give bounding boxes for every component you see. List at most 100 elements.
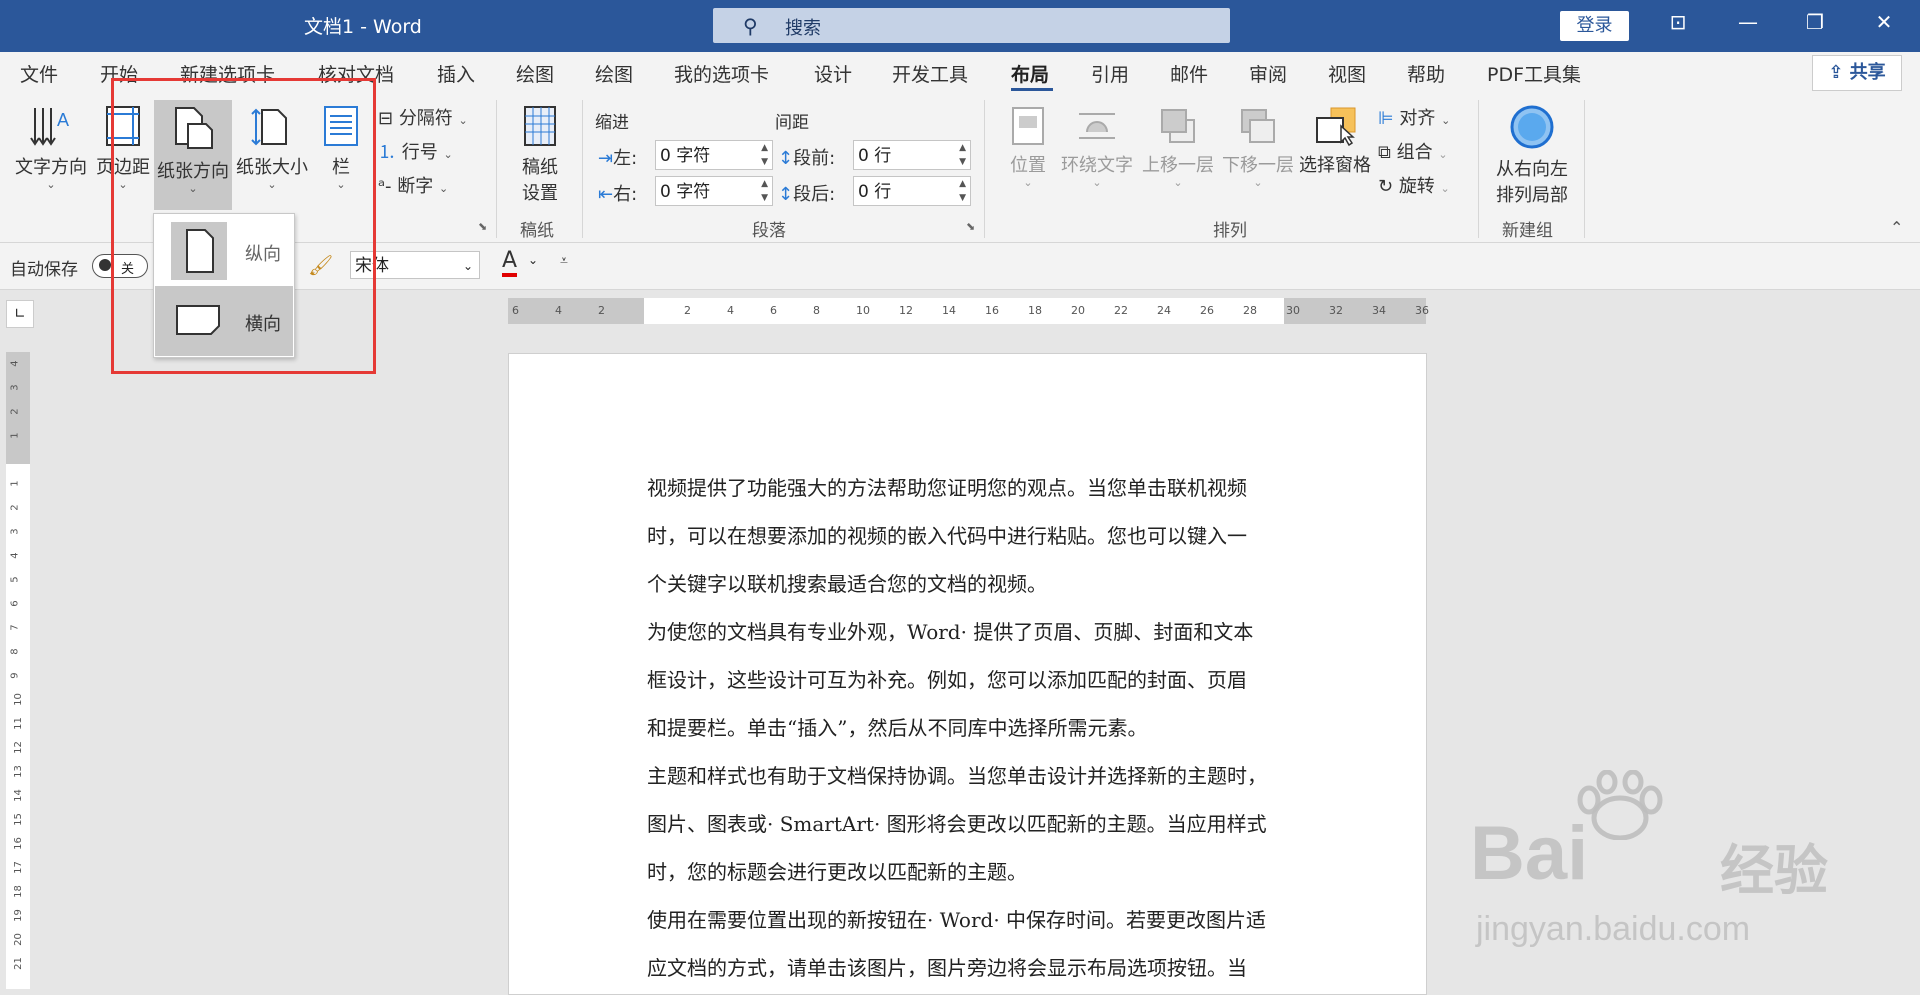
group-objects-button[interactable]: ⧉ 组合 ⌄ bbox=[1378, 138, 1448, 164]
ruler-tick-label: 10 bbox=[12, 693, 24, 706]
spacing-before-icon: ↕ bbox=[778, 148, 794, 169]
spacing-before-spinner[interactable]: 0 行 ▲ ▼ bbox=[853, 140, 971, 170]
chevron-down-icon[interactable]: ⌄ bbox=[528, 253, 538, 267]
tab-insert[interactable]: 插入 bbox=[437, 60, 475, 87]
chevron-down-icon: ⌄ bbox=[1173, 176, 1183, 189]
page-setup-launcher-icon[interactable]: ⬊ bbox=[478, 220, 487, 233]
horizontal-ruler[interactable]: 6 4 2 2 4 6 8 10 12 14 16 18 20 22 24 26 28 30 32 34 36 bbox=[508, 298, 1429, 324]
tab-my-tab[interactable]: 我的选项卡 bbox=[674, 60, 769, 87]
tab-references[interactable]: 引用 bbox=[1091, 60, 1129, 87]
tab-help[interactable]: 帮助 bbox=[1407, 60, 1445, 87]
ruler-tick-label: 2 bbox=[9, 408, 21, 415]
collapse-ribbon-icon[interactable]: ⌃ bbox=[1890, 218, 1903, 237]
tab-draw-2[interactable]: 绘图 bbox=[595, 60, 633, 87]
share-button[interactable]: ⇪ 共享 bbox=[1812, 55, 1902, 91]
restore-button[interactable]: ❐ bbox=[1795, 10, 1835, 34]
ruler-tick-label: 16 bbox=[985, 304, 999, 317]
bring-forward-icon bbox=[1161, 109, 1195, 143]
toggle-knob bbox=[99, 259, 111, 271]
ruler-tick-label: 2 bbox=[9, 504, 21, 511]
text-direction-button[interactable]: A 文字方向 ⌄ bbox=[12, 104, 90, 191]
chevron-down-icon: ⌄ bbox=[1440, 182, 1450, 195]
paragraph-line[interactable]: 个关键字以联机搜索最适合您的文档的视频。 bbox=[647, 560, 1297, 608]
vertical-ruler[interactable]: 4 3 2 1 1 2 3 4 5 6 7 8 9 10 11 12 13 14 15 16 17 18 19 20 21 bbox=[6, 352, 30, 989]
group-label-new-group: 新建组 bbox=[1502, 221, 1553, 241]
document-page[interactable]: 视频提供了功能强大的方法帮助您证明您的观点。当您单击联机视频 时，可以在想要添加的… bbox=[508, 353, 1427, 995]
paragraph-line[interactable]: 使用在需要位置出现的新按钮在· Word· 中保存时间。若要更改图片适 bbox=[647, 896, 1297, 944]
indent-left-value: 0 字符 bbox=[660, 146, 711, 166]
annotation-highlight-box bbox=[111, 78, 376, 374]
ruler-tick-label: 30 bbox=[1286, 304, 1300, 317]
group-label-arrange: 排列 bbox=[1213, 221, 1247, 241]
title-bar: 文档1 - Word ⚲ 搜索 登录 ⊡ — ❐ ✕ bbox=[0, 0, 1920, 52]
align-button[interactable]: ⊫ 对齐 ⌄ bbox=[1378, 104, 1450, 130]
rotate-button[interactable]: ↻ 旋转 ⌄ bbox=[1378, 172, 1450, 198]
send-backward-button[interactable]: 下移一层 ⌄ bbox=[1220, 106, 1296, 189]
spinner-arrows-icon[interactable]: ▲ ▼ bbox=[761, 141, 768, 169]
search-box[interactable]: ⚲ 搜索 bbox=[713, 8, 1230, 43]
tab-draw-1[interactable]: 绘图 bbox=[516, 60, 554, 87]
rtl-layout-button[interactable]: 从右向左 排列局部 bbox=[1490, 104, 1574, 207]
line-numbers-button[interactable]: ⒈ 行号 ⌄ bbox=[378, 138, 453, 164]
paragraph-line[interactable]: 和提要栏。单击“插入”，然后从不同库中选择所需元素。 bbox=[647, 704, 1297, 752]
group-objects-icon: ⧉ bbox=[1378, 142, 1397, 163]
paragraph-line[interactable]: 框设计，这些设计可互为补充。例如，您可以添加匹配的封面、页眉 bbox=[647, 656, 1297, 704]
paragraph-line[interactable]: 主题和样式也有助于文档保持协调。当您单击设计并选择新的主题时， bbox=[647, 752, 1297, 800]
selection-pane-button[interactable]: 选择窗格 bbox=[1297, 106, 1373, 177]
watermark-brand: Bai bbox=[1470, 811, 1589, 896]
ruler-tick-label: 9 bbox=[9, 672, 21, 679]
indent-right-label: 右: bbox=[613, 184, 638, 205]
group-separator bbox=[496, 100, 497, 238]
ruler-tick-label: 4 bbox=[727, 304, 734, 317]
paragraph-launcher-icon[interactable]: ⬊ bbox=[966, 220, 975, 233]
close-button[interactable]: ✕ bbox=[1864, 10, 1904, 34]
spacing-title: 间距 bbox=[775, 113, 809, 133]
chevron-down-icon: ⌄ bbox=[1023, 176, 1033, 189]
tab-layout[interactable]: 布局 bbox=[1011, 60, 1049, 87]
ribbon-display-options-icon[interactable]: ⊡ bbox=[1658, 10, 1698, 34]
position-button[interactable]: 位置 ⌄ bbox=[1004, 106, 1052, 189]
tab-pdf-tools[interactable]: PDF工具集 bbox=[1487, 60, 1581, 87]
minimize-button[interactable]: — bbox=[1728, 10, 1768, 34]
group-separator bbox=[1478, 100, 1479, 238]
login-button[interactable]: 登录 bbox=[1560, 11, 1629, 41]
paragraph-line[interactable]: 时，您的标题会进行更改以匹配新的主题。 bbox=[647, 848, 1297, 896]
paragraph-line[interactable]: 图片、图表或· SmartArt· 图形将会更改以匹配新的主题。当应用样式 bbox=[647, 800, 1297, 848]
ruler-tick-label: 18 bbox=[12, 885, 24, 898]
wrap-text-button[interactable]: 环绕文字 ⌄ bbox=[1060, 106, 1134, 189]
manuscript-settings-button[interactable]: 稿纸 设置 bbox=[512, 104, 568, 205]
indent-right-spinner[interactable]: 0 字符 ▲ ▼ bbox=[655, 176, 773, 206]
breaks-button[interactable]: ⊟ 分隔符 ⌄ bbox=[378, 104, 468, 130]
paragraph-line[interactable]: 为使您的文档具有专业外观，Word· 提供了页眉、页脚、封面和文本 bbox=[647, 608, 1297, 656]
tab-mailings[interactable]: 邮件 bbox=[1170, 60, 1208, 87]
font-color-icon[interactable]: A bbox=[502, 249, 518, 277]
watermark-url: jingyan.baidu.com bbox=[1476, 910, 1751, 948]
wrap-text-label: 环绕文字 bbox=[1061, 155, 1133, 176]
spinner-arrows-icon[interactable]: ▲ ▼ bbox=[959, 177, 966, 205]
ruler-tick-label: 17 bbox=[12, 861, 24, 874]
tab-view[interactable]: 视图 bbox=[1328, 60, 1366, 87]
spinner-arrows-icon[interactable]: ▲ ▼ bbox=[761, 177, 768, 205]
paragraph-line[interactable]: 应文档的方式，请单击该图片，图片旁边将会显示布局选项按钮。当 bbox=[647, 944, 1297, 992]
paragraph-line[interactable]: 时，可以在想要添加的视频的嵌入代码中进行粘贴。您也可以键入一 bbox=[647, 512, 1297, 560]
chevron-down-icon: ⌄ bbox=[1441, 114, 1451, 127]
tab-selector-icon[interactable]: ∟ bbox=[6, 300, 34, 328]
ruler-tick-label: 32 bbox=[1329, 304, 1343, 317]
tab-design[interactable]: 设计 bbox=[814, 60, 852, 87]
paragraph-line[interactable]: 视频提供了功能强大的方法帮助您证明您的观点。当您单击联机视频 bbox=[647, 464, 1297, 512]
indent-left-spinner[interactable]: 0 字符 ▲ ▼ bbox=[655, 140, 773, 170]
tab-review[interactable]: 审阅 bbox=[1249, 60, 1287, 87]
customize-qat-icon[interactable]: ⩡ bbox=[560, 253, 568, 269]
rtl-label-1: 从右向左 bbox=[1496, 159, 1568, 180]
position-icon bbox=[1012, 107, 1044, 145]
tab-developer[interactable]: 开发工具 bbox=[892, 60, 968, 87]
send-backward-label: 下移一层 bbox=[1222, 155, 1294, 176]
spinner-arrows-icon[interactable]: ▲ ▼ bbox=[959, 141, 966, 169]
send-backward-icon bbox=[1241, 109, 1275, 143]
hyphenation-button[interactable]: ᵃ- 断字 ⌄ bbox=[378, 172, 448, 198]
window-title: 文档1 - Word bbox=[304, 16, 422, 38]
spacing-after-spinner[interactable]: 0 行 ▲ ▼ bbox=[853, 176, 971, 206]
chevron-down-icon: ⌄ bbox=[458, 114, 468, 127]
bring-forward-button[interactable]: 上移一层 ⌄ bbox=[1140, 106, 1216, 189]
tab-file[interactable]: 文件 bbox=[20, 60, 58, 87]
